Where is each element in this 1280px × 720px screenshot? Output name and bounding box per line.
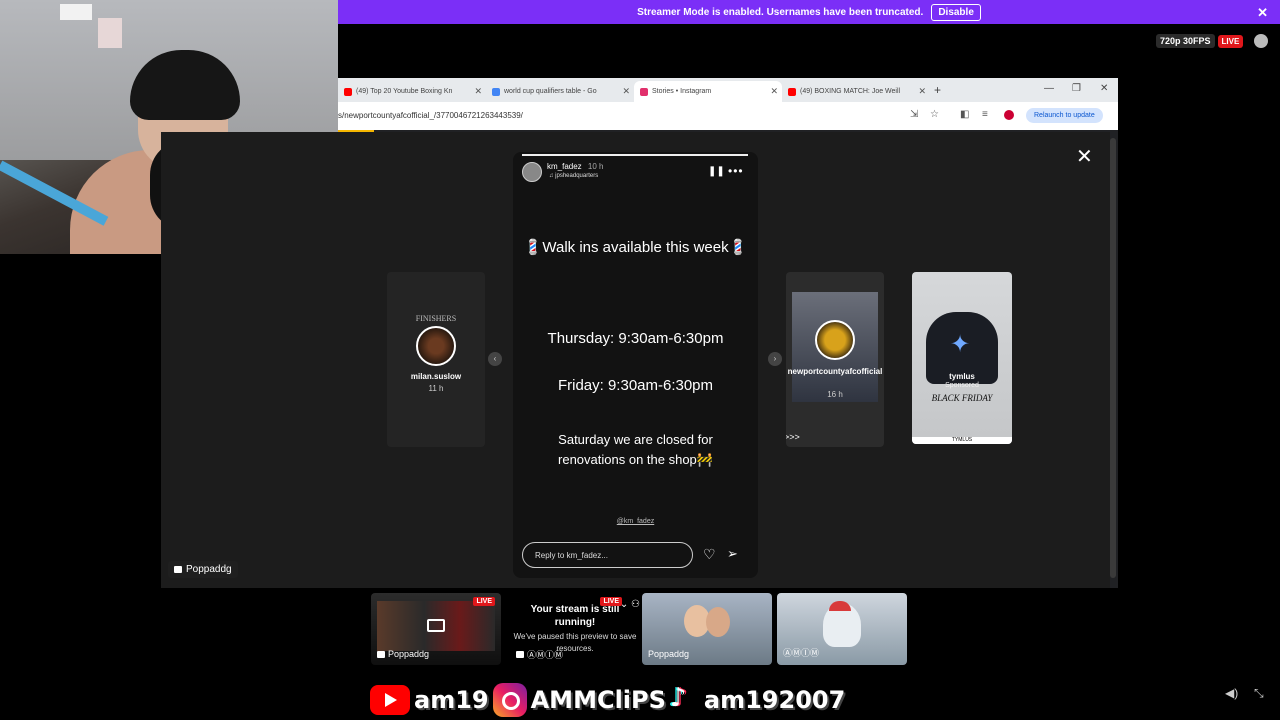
preview-title: FINISHERS [415, 314, 457, 323]
fullscreen-exit-icon[interactable]: ⤡ [1254, 686, 1264, 701]
close-stories-icon[interactable]: ✕ [1076, 144, 1093, 169]
tab-youtube-boxing[interactable]: (49) Top 20 Youtube Boxing Kn ✕ [338, 81, 486, 102]
story-text-line: Friday: 9:30am-6:30pm [557, 377, 714, 394]
url-text[interactable]: s/newportcountyafcofficial_/377004672126… [338, 111, 523, 120]
stream-quality: 720p 30FPS LIVE [1156, 34, 1244, 48]
send-icon[interactable]: ➢ [727, 546, 738, 562]
youtube-handle: am19 [414, 686, 489, 714]
tab-world-cup[interactable]: world cup qualifiers table - Go ✕ [486, 81, 634, 102]
tab-label: world cup qualifiers table - Go [504, 88, 597, 95]
live-badge: LIVE [473, 597, 495, 606]
previous-story-arrow[interactable]: ‹ [488, 352, 502, 366]
streamer-mode-banner: Streamer Mode is enabled. Usernames have… [338, 0, 1280, 24]
more-options-icon[interactable]: ••• [728, 164, 744, 178]
youtube-icon [344, 87, 352, 96]
preview-username: tymlus [949, 372, 975, 381]
youtube-icon [788, 87, 796, 96]
viewer-name-tag: Poppaddg [168, 561, 238, 578]
stream-preview-camera[interactable]: Poppaddg [642, 593, 772, 665]
story-user[interactable]: km_fadez 10 h [547, 162, 604, 171]
bookmark-star-icon[interactable]: ☆ [930, 110, 940, 120]
next-story-arrow[interactable]: › [768, 352, 782, 366]
maximize-button[interactable]: ❐ [1072, 83, 1081, 94]
preview-label: ⒶⓂⒾⓂ [783, 648, 820, 658]
install-icon[interactable]: ⇲ [910, 110, 920, 120]
screen-share-icon [427, 619, 445, 632]
story-time: 10 h [587, 162, 604, 171]
chevron-down-icon[interactable]: ⌄ ⚇ [620, 599, 640, 610]
story-preview-next[interactable]: newportcountyafcofficial 16 h >>> [786, 272, 884, 447]
heart-icon[interactable]: ♡ [703, 546, 716, 563]
banner-message: Streamer Mode is enabled. Usernames have… [637, 6, 924, 18]
scrollbar[interactable] [1110, 138, 1116, 578]
new-tab-button[interactable]: + [934, 83, 941, 97]
paused-preview-notice: Your stream is still running! We've paus… [510, 593, 640, 665]
avatar [416, 326, 456, 366]
tab-close-icon[interactable]: ✕ [770, 86, 778, 97]
pause-icon[interactable]: ❚❚ [708, 166, 725, 177]
story-username[interactable]: km_fadez [547, 162, 582, 171]
brand-bar: TYMLUS [912, 437, 1012, 444]
volume-icon[interactable]: ◀) [1225, 686, 1238, 700]
tab-close-icon[interactable]: ✕ [918, 86, 926, 97]
reply-input[interactable]: Reply to km_fadez... [522, 542, 693, 568]
tab-label: (49) Top 20 Youtube Boxing Kn [356, 88, 453, 95]
story-audio[interactable]: ♫ jpsheadquarters [549, 173, 598, 179]
preview-label: Poppaddg [648, 649, 690, 659]
preview-username: milan.suslow [410, 372, 462, 381]
active-story[interactable]: km_fadez 10 h ♫ jpsheadquarters ❚❚ ••• 💈… [513, 152, 758, 578]
disable-button[interactable]: Disable [931, 3, 981, 21]
preview-label: ⒶⓂⒾⓂ [516, 648, 563, 661]
sponsored-label: Sponsored [945, 382, 979, 389]
stream-preview-screen[interactable]: LIVE Poppaddg [371, 593, 501, 665]
story-text-line: 💈Walk ins available this week💈 [523, 239, 748, 256]
chevrons-icon: >>> [786, 432, 800, 442]
profile-avatar[interactable] [1004, 110, 1014, 120]
minimize-button[interactable]: — [1044, 83, 1054, 94]
instagram-handle: AMMCliPS [530, 686, 666, 714]
preview-time: 11 h [428, 384, 444, 393]
tab-bar: (49) Top 20 Youtube Boxing Kn ✕ world cu… [338, 78, 1118, 102]
tab-close-icon[interactable]: ✕ [622, 86, 630, 97]
close-window-button[interactable]: ✕ [1100, 83, 1108, 94]
story-text-line: Thursday: 9:30am-6:30pm [547, 330, 724, 347]
stream-preview-avatar[interactable]: ⒶⓂⒾⓂ [777, 593, 907, 665]
relaunch-button[interactable]: Relaunch to update [1026, 108, 1103, 123]
extension-icon[interactable]: ◧ [960, 110, 970, 120]
avatar [815, 320, 855, 360]
quality-badge: 720p 30FPS [1156, 34, 1215, 48]
star-icon: ✦ [950, 331, 971, 358]
tab-label: Stories • Instagram [652, 88, 712, 95]
preview-time: 16 h [827, 390, 843, 399]
audio-name: jpsheadquarters [555, 173, 599, 179]
chat-icon[interactable] [1254, 34, 1268, 48]
avatar[interactable] [522, 162, 542, 182]
tab-close-icon[interactable]: ✕ [474, 86, 482, 97]
media-icon[interactable]: ≡ [982, 110, 992, 120]
promo-text: BLACK FRIDAY [931, 393, 993, 403]
instagram-icon [640, 87, 648, 96]
story-preview-left[interactable]: FINISHERS milan.suslow 11 h [387, 272, 485, 447]
tab-label: (49) BOXING MATCH: Joe Weill [800, 88, 901, 95]
tiktok-icon: ♪ [669, 683, 687, 713]
tab-boxing-match[interactable]: (49) BOXING MATCH: Joe Weill ✕ [782, 81, 930, 102]
story-mention[interactable]: @km_fadez [513, 518, 758, 525]
google-icon [492, 87, 500, 96]
story-progress [522, 154, 748, 156]
address-bar[interactable]: s/newportcountyafcofficial_/377004672126… [338, 102, 1118, 130]
speaker-icon [174, 566, 182, 573]
tiktok-handle: am192007 [703, 686, 846, 714]
live-badge: LIVE [600, 597, 622, 606]
tab-instagram-stories[interactable]: Stories • Instagram ✕ [634, 81, 782, 102]
preview-label: Poppaddg [377, 649, 429, 659]
preview-username: newportcountyafcofficial [787, 367, 883, 376]
viewer-name: Poppaddg [186, 564, 232, 575]
live-badge: LIVE [1217, 34, 1244, 48]
story-text-line: Saturday we are closed for renovations o… [558, 432, 713, 467]
story-preview-sponsored[interactable]: ✦ tymlus Sponsored BLACK FRIDAY TYMLUS [912, 272, 1012, 444]
instagram-icon [492, 683, 527, 717]
banner-close-icon[interactable]: ✕ [1257, 5, 1268, 21]
youtube-icon [370, 685, 410, 715]
social-banner: am19 AMMCliPS ♪ am192007 [370, 683, 846, 717]
